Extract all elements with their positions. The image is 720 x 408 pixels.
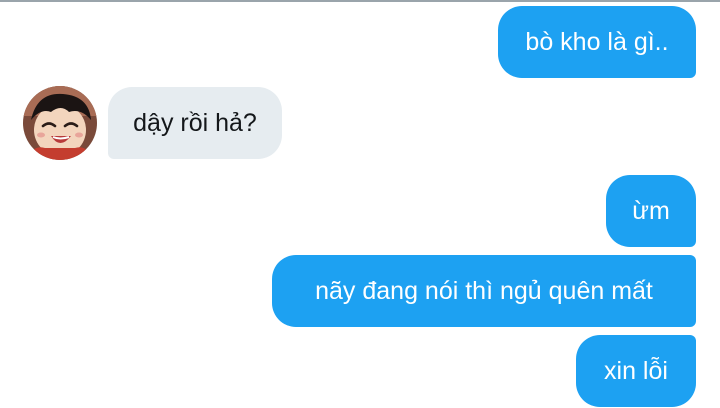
sent-message-bubble[interactable]: ừm — [606, 175, 696, 247]
message-text: ừm — [632, 196, 670, 225]
sent-message-bubble[interactable]: bò kho là gì.. — [498, 6, 696, 78]
message-text: nãy đang nói thì ngủ quên mất — [315, 276, 653, 305]
top-divider — [0, 0, 720, 2]
anime-character-avatar-icon — [23, 86, 97, 160]
received-message-bubble[interactable]: dậy rồi hả? — [108, 87, 282, 159]
sent-message-bubble[interactable]: xin lỗi — [576, 335, 696, 407]
message-text: dậy rồi hả? — [133, 108, 257, 137]
contact-avatar[interactable] — [23, 86, 97, 160]
sent-message-bubble[interactable]: nãy đang nói thì ngủ quên mất — [272, 255, 696, 327]
message-text: xin lỗi — [604, 356, 668, 385]
message-text: bò kho là gì.. — [525, 27, 669, 56]
